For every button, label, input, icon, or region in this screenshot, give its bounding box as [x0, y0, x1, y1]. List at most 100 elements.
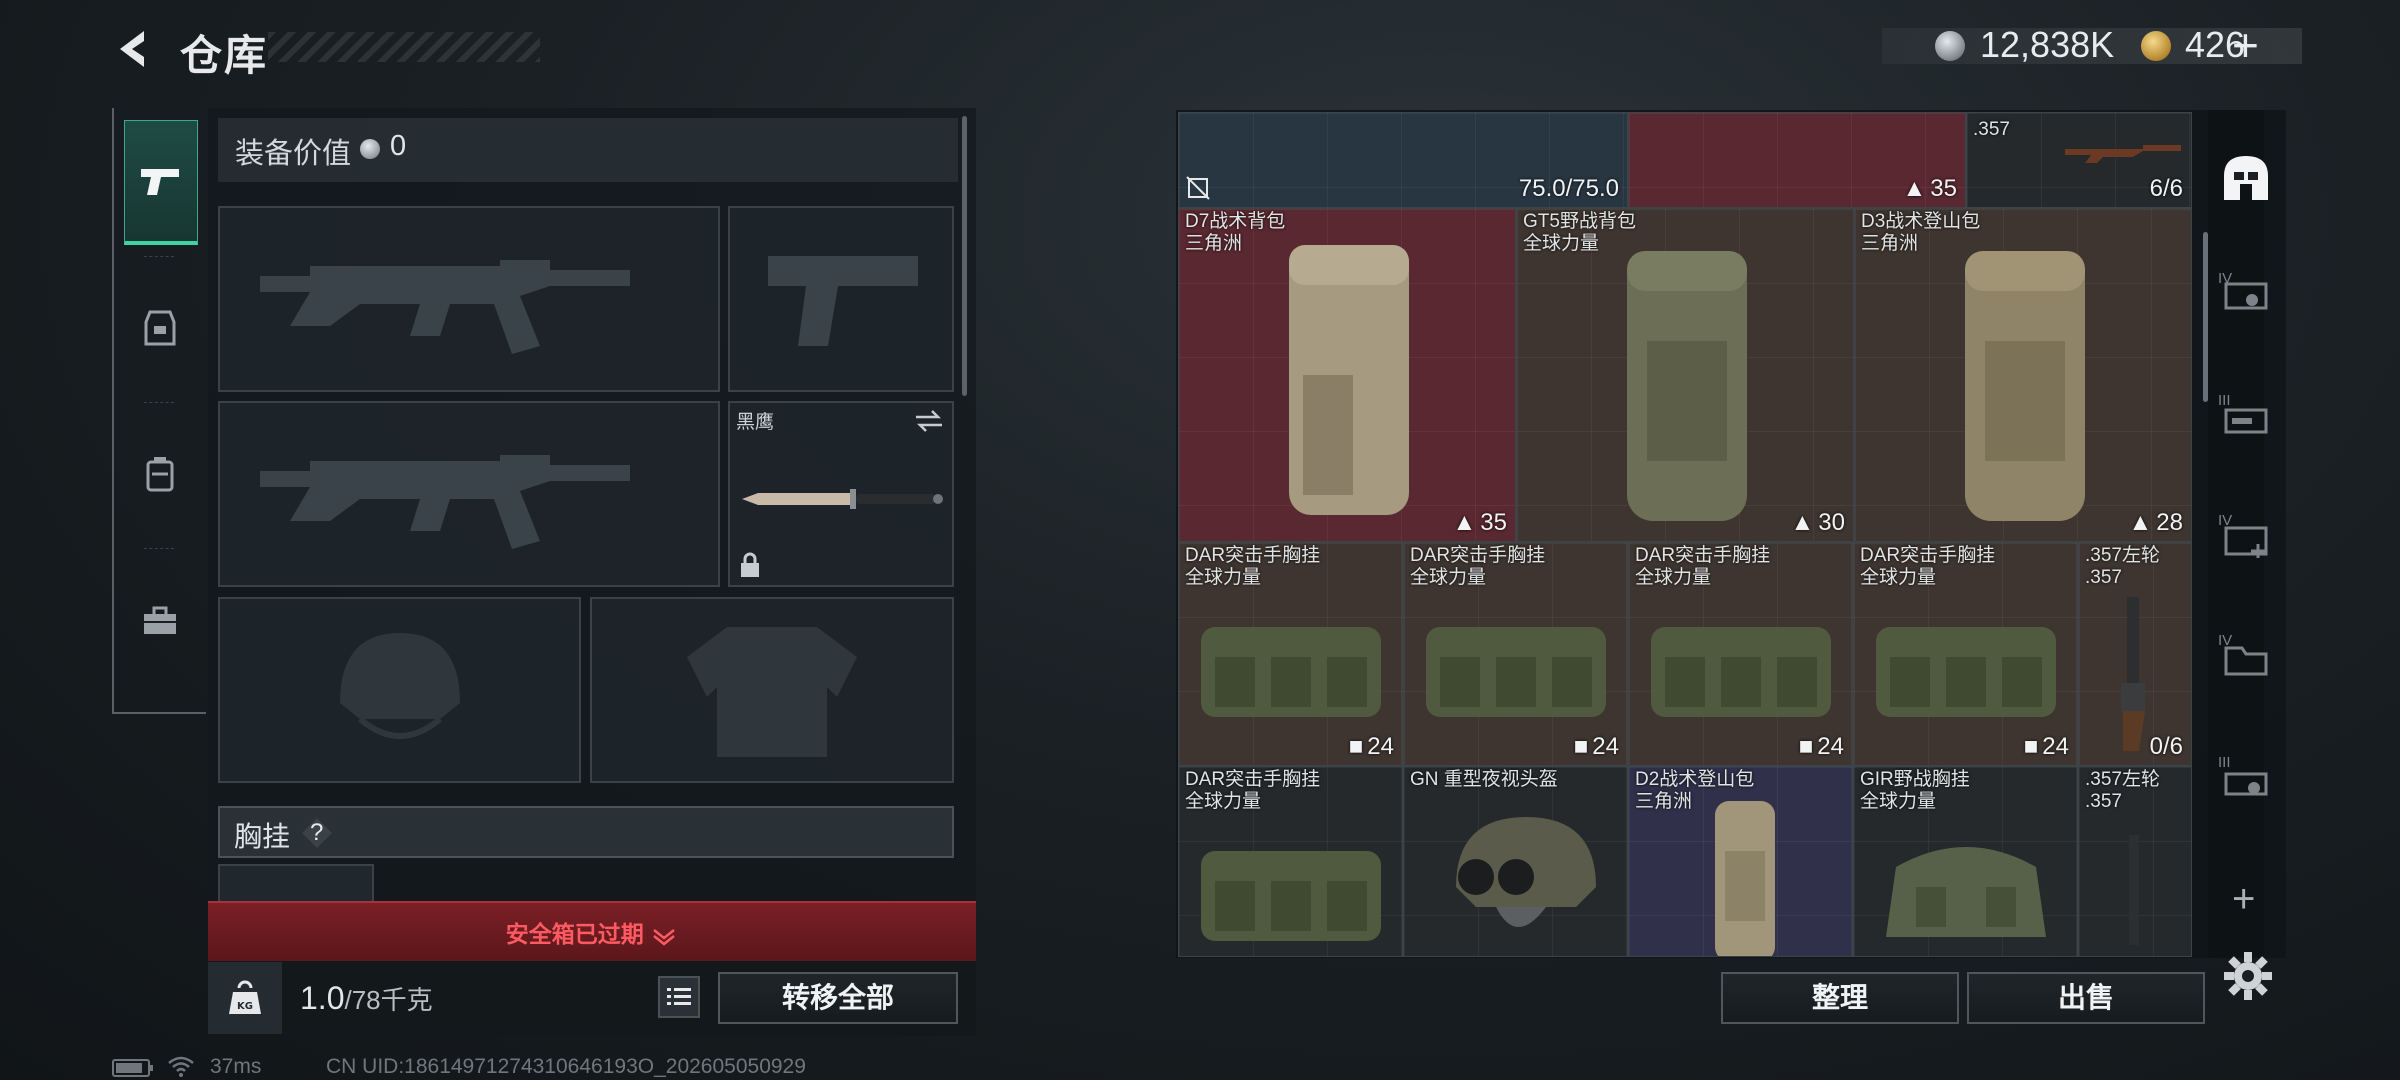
item-count: 30	[1818, 509, 1845, 536]
lock-icon	[741, 552, 759, 577]
add-currency-button[interactable]: +	[2232, 18, 2259, 72]
organize-button[interactable]: 整理	[1721, 972, 1959, 1024]
silver-coin-icon	[360, 139, 380, 159]
loadout-scrollbar[interactable]	[962, 116, 967, 396]
item-brand: 全球力量	[1185, 791, 1262, 812]
tab-supplies[interactable]	[124, 560, 196, 680]
gold-coin-icon	[2141, 31, 2171, 61]
safebox-expired-banner[interactable]: 安全箱已过期	[208, 901, 976, 961]
item-brand: 三角洲	[1861, 233, 1919, 254]
sell-button[interactable]: 出售	[1967, 972, 2205, 1024]
melee-slot[interactable]: 黑鹰	[728, 401, 954, 587]
list-view-button[interactable]	[658, 976, 700, 1018]
stash-item[interactable]: DAR突击手胸挂 全球力量	[1178, 766, 1403, 957]
help-icon[interactable]: ?	[300, 816, 334, 850]
stash-item[interactable]: D7战术背包 三角洲 ▲ 35	[1178, 208, 1516, 542]
weight-icon-box: KG	[208, 962, 282, 1034]
stash-item[interactable]: D2战术登山包 三角洲	[1628, 766, 1853, 957]
stash-item[interactable]: D3战术登山包 三角洲 ▲ 28	[1854, 208, 2192, 542]
chest-rig-image	[1426, 627, 1606, 717]
list-icon	[667, 988, 691, 1005]
item-name: DAR突击手胸挂	[1635, 545, 1771, 566]
helmet-slot[interactable]	[218, 597, 581, 783]
tab-backpacks[interactable]	[124, 414, 196, 534]
item-count: 35	[1480, 509, 1507, 536]
item-brand: 全球力量	[1635, 567, 1712, 588]
chest-rig-image	[1886, 847, 2046, 937]
rifle-silhouette-icon	[260, 260, 630, 354]
pistol-silhouette-icon	[768, 256, 918, 346]
stash-page-icon[interactable]: III	[2218, 752, 2274, 808]
user-uid: CN UID:18614971274310646193O_20260505092…	[326, 1055, 806, 1078]
capacity-icon: ■	[1798, 733, 1814, 760]
stash-item[interactable]: DAR突击手胸挂 全球力量 ■ 24	[1178, 542, 1403, 766]
tier-label: III	[2218, 392, 2231, 409]
item-count: 28	[2156, 509, 2183, 536]
item-count: 24	[1367, 733, 1394, 760]
item-durability: 75.0/75.0	[1518, 175, 1619, 202]
item-brand: 三角洲	[1185, 233, 1243, 254]
item-brand: 全球力量	[1410, 567, 1487, 588]
stash-item[interactable]: GN 重型夜视头盔	[1403, 766, 1628, 957]
item-brand: .357	[2085, 791, 2122, 812]
item-name: D2战术登山包	[1635, 769, 1755, 790]
backpack-image	[1965, 251, 2085, 521]
item-name: GT5野战背包	[1523, 211, 1636, 232]
equipment-value-label: 装备价值	[235, 138, 352, 170]
stash-page-icon[interactable]: IV	[2218, 268, 2274, 324]
capacity-icon: ■	[1348, 733, 1364, 760]
stash-item[interactable]: DAR突击手胸挂 全球力量 ■ 24	[1853, 542, 2078, 766]
backpack-image	[1627, 251, 1747, 521]
item-brand: 全球力量	[1523, 233, 1600, 254]
stash-home-icon[interactable]	[2218, 150, 2274, 206]
backpack-image	[1715, 801, 1775, 956]
item-count: 24	[2042, 733, 2069, 760]
wifi-icon	[168, 1056, 194, 1077]
carry-weight-value: 1.0	[300, 980, 345, 1016]
body-armor-slot[interactable]	[590, 597, 954, 783]
backpack-image	[1289, 245, 1409, 515]
stash-item[interactable]: ▲ 35	[1628, 112, 1966, 208]
tier-label: IV	[2218, 270, 2233, 287]
pistol-slot[interactable]	[728, 206, 954, 392]
ping-display: 37ms	[210, 1055, 262, 1078]
item-count: 35	[1930, 175, 1957, 202]
capacity-icon: ▲	[2128, 509, 2153, 536]
revolver-image	[2129, 835, 2139, 945]
vest-icon	[144, 310, 176, 346]
toolbox-icon	[144, 606, 176, 634]
add-stash-page-button[interactable]: +	[2232, 877, 2255, 922]
category-tab-bar	[112, 108, 206, 714]
gear-icon[interactable]	[2222, 950, 2274, 1002]
primary-weapon-slot[interactable]	[218, 206, 720, 392]
tier-label: III	[2218, 754, 2231, 771]
night-vision-helmet-image	[1456, 817, 1596, 927]
transfer-all-button[interactable]: 转移全部	[718, 972, 958, 1024]
stash-item[interactable]: DAR突击手胸挂 全球力量 ■ 24	[1403, 542, 1628, 766]
stash-page-icon[interactable]: IV	[2218, 510, 2274, 566]
stash-item[interactable]: .357左轮 .357 0/6	[2078, 542, 2192, 766]
tab-armor[interactable]	[124, 268, 196, 388]
swap-icon[interactable]	[914, 409, 944, 433]
tab-weapons[interactable]	[124, 120, 198, 245]
stash-grid: 75.0/75.0 ▲ 35 .357 6/6 D7战术背包 三角洲 ▲ 35 GT5…	[1178, 112, 2192, 957]
capacity-icon: ▲	[1790, 509, 1815, 536]
back-arrow-icon[interactable]	[110, 25, 158, 73]
stash-item[interactable]: 75.0/75.0	[1178, 112, 1628, 208]
stash-item[interactable]: GIR野战胸挂 全球力量	[1853, 766, 2078, 957]
stash-item[interactable]: GT5野战背包 全球力量 ▲ 30	[1516, 208, 1854, 542]
secondary-weapon-slot[interactable]	[218, 401, 720, 587]
stash-item[interactable]: DAR突击手胸挂 全球力量 ■ 24	[1628, 542, 1853, 766]
stash-item[interactable]: .357左轮 .357	[2078, 766, 2192, 957]
chest-rig-slot[interactable]	[218, 864, 374, 904]
kettlebell-icon: KG	[229, 980, 261, 1014]
revolver-image	[2121, 597, 2145, 751]
item-ammo: 6/6	[2149, 175, 2183, 202]
stash-page-icon[interactable]: IV	[2218, 630, 2274, 686]
silver-coin-icon	[1935, 31, 1965, 61]
item-ammo: 0/6	[2149, 733, 2183, 760]
item-count: 24	[1592, 733, 1619, 760]
stash-page-icon[interactable]: III	[2218, 390, 2274, 446]
knife-image	[742, 489, 943, 509]
stash-item[interactable]: .357 6/6	[1966, 112, 2192, 208]
